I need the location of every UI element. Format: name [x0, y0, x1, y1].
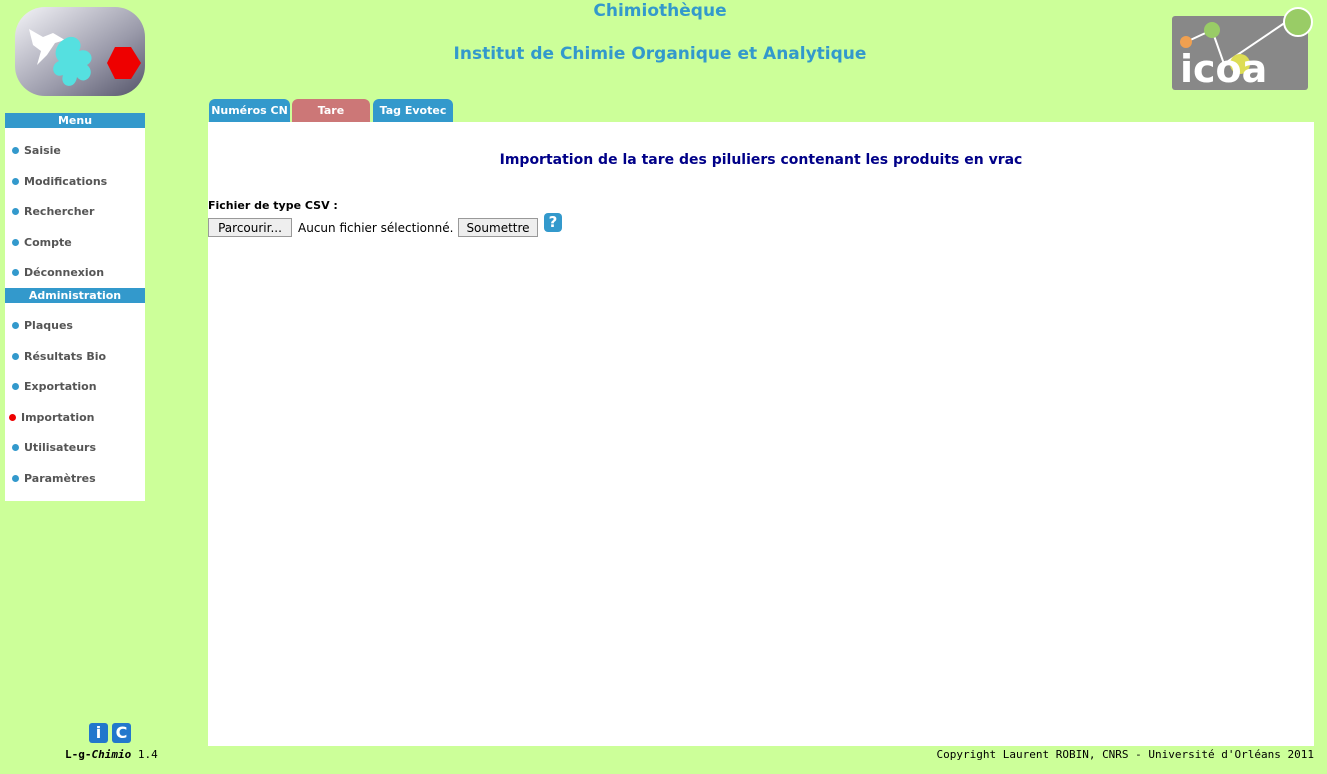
sidebar-item-rechercher[interactable]: Rechercher — [5, 202, 145, 222]
institute-title: Institut de Chimie Organique et Analytiq… — [453, 44, 867, 64]
submit-button[interactable]: Soumettre — [458, 218, 538, 237]
sidebar-item-parametres[interactable]: Paramètres — [5, 469, 145, 489]
app-name: Chimio — [91, 748, 132, 761]
bullet-icon — [12, 322, 19, 329]
copyright-text: Copyright Laurent ROBIN, CNRS - Universi… — [936, 748, 1315, 761]
bullet-icon — [12, 208, 19, 215]
sidebar-item-label: Compte — [24, 236, 72, 249]
sidebar-item-exportation[interactable]: Exportation — [5, 377, 145, 397]
sidebar-item-saisie[interactable]: Saisie — [5, 141, 145, 161]
ic-logo-i: i — [89, 723, 108, 743]
bullet-icon — [12, 239, 19, 246]
sidebar-item-label: Saisie — [24, 144, 61, 157]
bullet-icon — [12, 444, 19, 451]
sidebar-item-modifications[interactable]: Modifications — [5, 172, 145, 192]
administration-header: Administration — [5, 288, 145, 303]
sidebar-item-deconnexion[interactable]: Déconnexion — [5, 263, 145, 283]
page-title: Importation de la tare des piluliers con… — [499, 152, 1023, 168]
sidebar-item-resultats-bio[interactable]: Résultats Bio — [5, 347, 145, 367]
sidebar-item-compte[interactable]: Compte — [5, 233, 145, 253]
sidebar-item-label: Exportation — [24, 380, 97, 393]
sidebar-item-label: Modifications — [24, 175, 108, 188]
bullet-icon — [12, 269, 19, 276]
ic-logo: i C — [89, 723, 133, 743]
sidebar-item-label: Plaques — [24, 319, 73, 332]
sidebar-item-importation[interactable]: Importation — [5, 408, 145, 428]
sidebar-item-label: Rechercher — [24, 205, 95, 218]
sidebar-item-label: Paramètres — [24, 472, 96, 485]
app-prefix: L-g- — [65, 748, 92, 761]
sidebar-item-label: Utilisateurs — [24, 441, 96, 454]
bullet-icon — [12, 147, 19, 154]
bullet-icon — [12, 383, 19, 390]
no-file-selected-text: Aucun fichier sélectionné. — [298, 221, 454, 235]
sidebar-item-label: Résultats Bio — [24, 350, 107, 363]
bullet-icon — [12, 475, 19, 482]
version-number: 1.4 — [137, 748, 158, 761]
sidebar-item-plaques[interactable]: Plaques — [5, 316, 145, 336]
app-title: Chimiothèque — [593, 1, 727, 21]
sidebar-item-label: Importation — [21, 411, 95, 424]
tab-tag-evotec[interactable]: Tag Evotec — [373, 99, 453, 122]
icoa-logo-text: icoa — [1180, 47, 1267, 90]
sidebar-item-label: Déconnexion — [24, 266, 105, 279]
ic-logo-c: C — [112, 723, 131, 743]
bullet-icon — [12, 178, 19, 185]
icoa-logo: icoa — [1172, 7, 1313, 90]
file-type-label: Fichier de type CSV : — [208, 199, 338, 212]
active-bullet-icon — [9, 414, 16, 421]
bullet-icon — [12, 353, 19, 360]
app-version: L-g-Chimio 1.4 — [65, 748, 158, 761]
tab-numeros-cn[interactable]: Numéros CN — [209, 99, 290, 122]
main-content: Importation de la tare des piluliers con… — [208, 122, 1314, 746]
menu-header: Menu — [5, 113, 145, 128]
sidebar-item-utilisateurs[interactable]: Utilisateurs — [5, 438, 145, 458]
help-icon[interactable]: ? — [544, 213, 562, 232]
tab-tare-piluliers[interactable]: Tare piluliers — [292, 99, 370, 140]
browse-button[interactable]: Parcourir... — [208, 218, 292, 237]
sidebar: Menu Saisie Modifications Rechercher Com… — [5, 113, 145, 501]
